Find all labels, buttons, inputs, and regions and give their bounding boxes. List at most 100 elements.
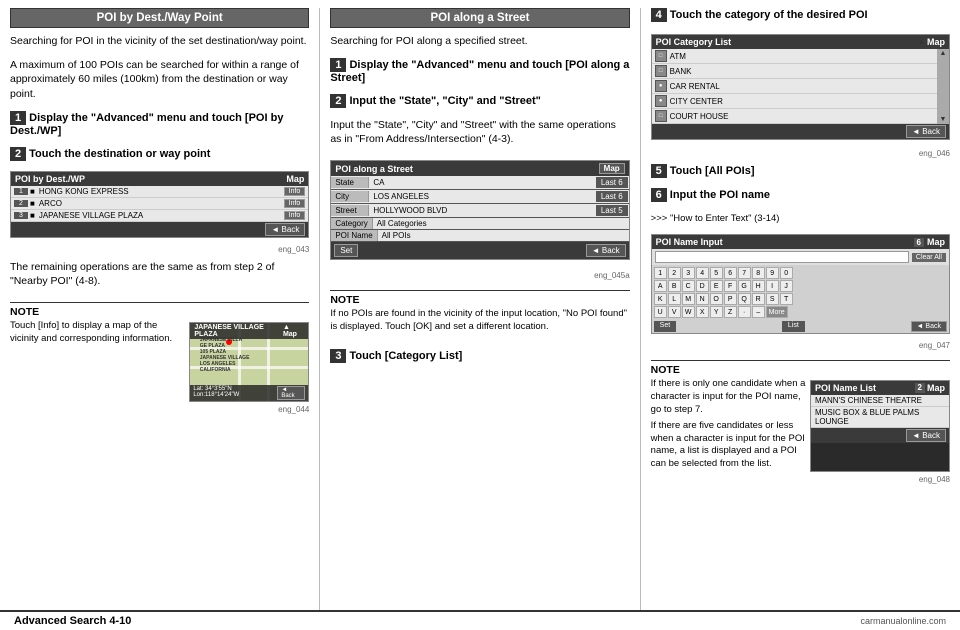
right-note-content: If there is only one candidate when a ch… bbox=[651, 378, 950, 474]
kbd-step-badge: 6 bbox=[914, 238, 924, 247]
cat-row-carrental[interactable]: ● CAR RENTAL bbox=[652, 79, 937, 94]
left-note-content: Touch [Info] to display a map of the vic… bbox=[10, 320, 309, 404]
key-2[interactable]: 2 bbox=[668, 267, 681, 279]
cat-back-btn[interactable]: ◄ Back bbox=[906, 125, 946, 138]
key-1[interactable]: 1 bbox=[654, 267, 667, 279]
street-back-btn[interactable]: ◄ Back bbox=[586, 244, 626, 257]
cat-titlebar: POI Category List ▲ Map bbox=[652, 35, 949, 49]
key-v[interactable]: V bbox=[668, 306, 681, 318]
key-7[interactable]: 7 bbox=[738, 267, 751, 279]
mid-step2-label: 2 bbox=[330, 94, 346, 108]
divider-1 bbox=[319, 8, 320, 610]
key-8[interactable]: 8 bbox=[752, 267, 765, 279]
key-5[interactable]: 5 bbox=[710, 267, 723, 279]
key-d[interactable]: D bbox=[696, 280, 709, 292]
cat-caption: eng_046 bbox=[651, 149, 950, 158]
key-0[interactable]: 0 bbox=[780, 267, 793, 279]
cat-icon-citycenter: ● bbox=[655, 95, 667, 107]
key-r[interactable]: R bbox=[752, 293, 765, 305]
cat-up-arrow[interactable]: ▲ bbox=[918, 39, 925, 46]
key-4[interactable]: 4 bbox=[696, 267, 709, 279]
left-note: NOTE Touch [Info] to display a map of th… bbox=[10, 302, 309, 414]
map-back-btn[interactable]: ◄ Back bbox=[277, 386, 305, 400]
key-u[interactable]: U bbox=[654, 306, 667, 318]
key-f[interactable]: F bbox=[724, 280, 737, 292]
key-y[interactable]: Y bbox=[710, 306, 723, 318]
poi-row2-info[interactable]: Info bbox=[284, 211, 306, 220]
poi-dest-back-btn[interactable]: ◄ Back bbox=[265, 223, 305, 236]
street-device-bottom: Set ◄ Back bbox=[331, 242, 628, 259]
city-action[interactable]: Last 6 bbox=[596, 191, 628, 202]
city-label: City bbox=[331, 191, 369, 202]
key-m[interactable]: M bbox=[682, 293, 695, 305]
divider-2 bbox=[640, 8, 641, 610]
scrollbar-up[interactable]: ▲ bbox=[940, 50, 947, 57]
cat-footer: ◄ Back bbox=[652, 124, 949, 139]
key-z[interactable]: Z bbox=[724, 306, 737, 318]
content-area: POI by Dest./Way Point Searching for POI… bbox=[0, 0, 960, 610]
street-label: Street bbox=[331, 205, 369, 216]
key-h[interactable]: H bbox=[752, 280, 765, 292]
key-x[interactable]: X bbox=[696, 306, 709, 318]
key-e[interactable]: E bbox=[710, 280, 723, 292]
key-c[interactable]: C bbox=[682, 280, 695, 292]
kbd-clear-btn[interactable]: Clear All bbox=[912, 253, 946, 262]
state-action[interactable]: Last 6 bbox=[596, 177, 628, 188]
bottom-bar: Advanced Search 4-10 carmanualonline.com bbox=[0, 610, 960, 630]
scrollbar-down[interactable]: ▼ bbox=[940, 116, 947, 123]
key-t[interactable]: T bbox=[780, 293, 793, 305]
key-w[interactable]: W bbox=[682, 306, 695, 318]
poi-street-map-btn[interactable]: Map bbox=[599, 163, 625, 174]
key-o[interactable]: O bbox=[710, 293, 723, 305]
key-q[interactable]: Q bbox=[738, 293, 751, 305]
cat-icon-carrental: ● bbox=[655, 80, 667, 92]
key-dash[interactable]: – bbox=[752, 306, 765, 318]
key-s[interactable]: S bbox=[766, 293, 779, 305]
key-dot[interactable]: · bbox=[738, 306, 751, 318]
remaining-text: The remaining operations are the same as… bbox=[10, 260, 309, 289]
device2-caption: eng_045a bbox=[330, 271, 629, 280]
mid-step2-detail: Input the "State", "City" and "Street" w… bbox=[330, 118, 629, 147]
cat-row-atm[interactable]: □ ATM bbox=[652, 49, 937, 64]
kbd-map-btn[interactable]: Map bbox=[927, 237, 945, 247]
kbd-input-row: Clear All bbox=[652, 249, 949, 265]
key-k[interactable]: K bbox=[654, 293, 667, 305]
key-n[interactable]: N bbox=[696, 293, 709, 305]
poi-row1-num: 2 bbox=[14, 200, 28, 207]
map-footer: Lat: 34°3'55"N Lon:118°14'24"W ◄ Back bbox=[190, 385, 308, 401]
kbd-input-box[interactable] bbox=[655, 251, 909, 263]
poi-row1-info[interactable]: Info bbox=[284, 199, 306, 208]
kbd-set-btn[interactable]: Set bbox=[654, 321, 677, 332]
key-3[interactable]: 3 bbox=[682, 267, 695, 279]
cat-row-citycenter[interactable]: ● CITY CENTER bbox=[652, 94, 937, 109]
key-l[interactable]: L bbox=[668, 293, 681, 305]
cat-label-carrental: CAR RENTAL bbox=[670, 82, 934, 91]
kbd-back-btn[interactable]: ◄ Back bbox=[911, 321, 947, 332]
key-j[interactable]: J bbox=[780, 280, 793, 292]
cat-row-courthouse[interactable]: □ COURT HOUSE bbox=[652, 109, 937, 124]
key-a[interactable]: A bbox=[654, 280, 667, 292]
namelist-back-btn[interactable]: ◄ Back bbox=[906, 429, 946, 442]
poi-row0-info[interactable]: Info bbox=[284, 187, 306, 196]
cat-map-btn[interactable]: Map bbox=[927, 37, 945, 47]
poi-row2-name: JAPANESE VILLAGE PLAZA bbox=[39, 211, 282, 220]
namelist-row-1[interactable]: MUSIC BOX & BLUE PALMS LOUNGE bbox=[811, 407, 949, 428]
cat-row-bank[interactable]: □ BANK bbox=[652, 64, 937, 79]
namelist-map-btn[interactable]: Map bbox=[927, 383, 945, 393]
kbd-row-a-j: A B C D E F G H I J bbox=[654, 280, 947, 292]
street-row-category: Category All Categories bbox=[331, 218, 628, 230]
key-p[interactable]: P bbox=[724, 293, 737, 305]
key-9[interactable]: 9 bbox=[766, 267, 779, 279]
kbd-grid: 1 2 3 4 5 6 7 8 9 0 A B C bbox=[652, 265, 949, 320]
street-action[interactable]: Last 5 bbox=[596, 205, 628, 216]
key-i[interactable]: I bbox=[766, 280, 779, 292]
namelist-device: POI Name List 2 Map MANN'S CHINESE THEAT… bbox=[810, 380, 950, 472]
key-more[interactable]: More bbox=[766, 306, 788, 318]
namelist-row-0[interactable]: MANN'S CHINESE THEATRE bbox=[811, 395, 949, 407]
kbd-list-btn[interactable]: List bbox=[782, 321, 805, 332]
key-6[interactable]: 6 bbox=[724, 267, 737, 279]
street-set-btn[interactable]: Set bbox=[334, 244, 358, 257]
key-g[interactable]: G bbox=[738, 280, 751, 292]
poi-dest-map-btn[interactable]: Map bbox=[286, 174, 304, 184]
key-b[interactable]: B bbox=[668, 280, 681, 292]
